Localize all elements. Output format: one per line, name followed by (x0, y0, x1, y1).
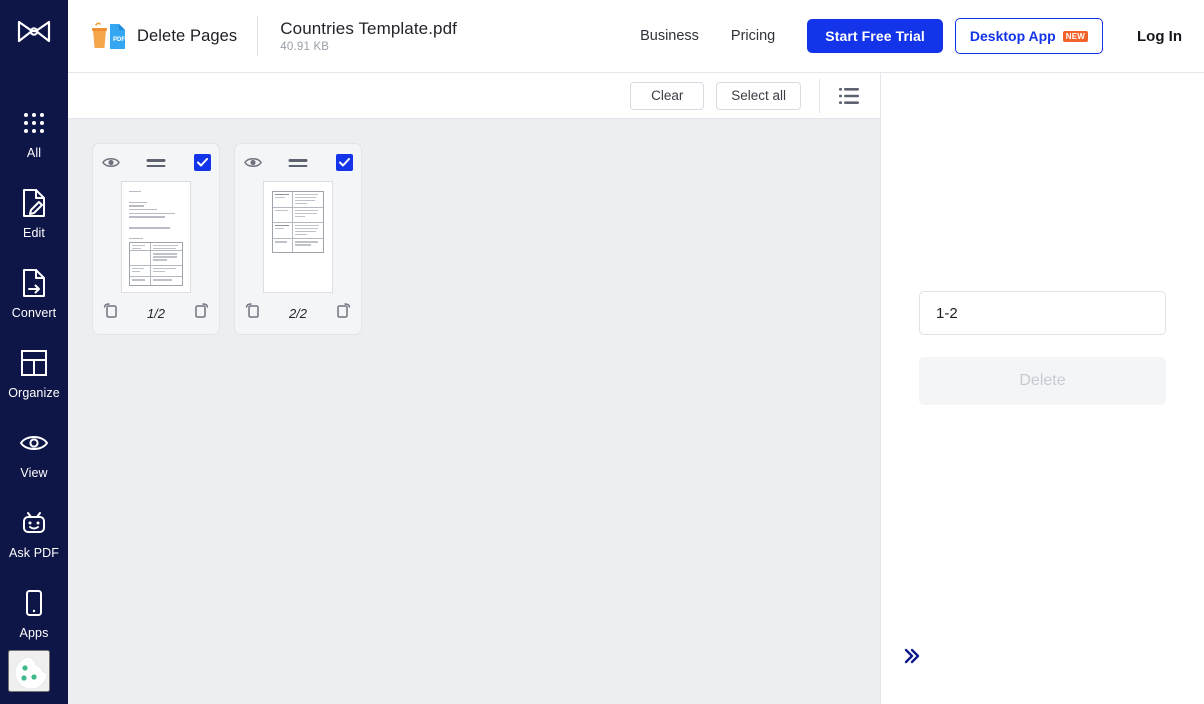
file-info: Countries Template.pdf 40.91 KB (280, 19, 457, 53)
robot-icon (20, 506, 48, 540)
right-panel: Delete (880, 73, 1204, 704)
sidebar-item-all[interactable]: All (0, 106, 68, 186)
select-all-button[interactable]: Select all (716, 81, 801, 110)
tool-title: Delete Pages (137, 26, 238, 45)
delete-button[interactable]: Delete (919, 357, 1166, 405)
sidebar-item-label: Apps (19, 626, 49, 640)
app-root: All Edit Convert Organize View Ask PDF A… (0, 0, 1204, 704)
page-card-footer: 1/2 (93, 293, 219, 334)
nav-link-business[interactable]: Business (624, 28, 715, 44)
sidebar-item-view[interactable]: View (0, 426, 68, 506)
thumbnail-text-lines (129, 191, 183, 245)
logo-button[interactable] (0, 0, 68, 68)
rotate-left-icon[interactable] (103, 301, 119, 323)
file-name: Countries Template.pdf (280, 19, 457, 38)
file-size: 40.91 KB (280, 41, 330, 53)
svg-text:PDF: PDF (113, 37, 125, 43)
page-number: 2/2 (288, 306, 308, 322)
nav-link-pricing[interactable]: Pricing (715, 28, 791, 44)
rotate-right-icon[interactable] (193, 301, 209, 323)
page-card[interactable]: 2/2 (234, 143, 362, 335)
page-checkbox[interactable] (194, 154, 211, 171)
page-card-footer: 2/2 (235, 293, 361, 334)
sidebar-item-ask-pdf[interactable]: Ask PDF (0, 506, 68, 586)
toolbar-divider (819, 78, 820, 113)
mobile-phone-icon (25, 586, 43, 620)
sidebar-item-edit[interactable]: Edit (0, 186, 68, 266)
new-badge: NEW (1062, 30, 1088, 42)
trash-pdf-icon: PDF (88, 21, 128, 51)
drag-handle-icon[interactable] (146, 159, 166, 170)
smallpdf-logo-icon (17, 19, 51, 50)
page-thumbnail (121, 181, 191, 294)
sidebar-item-organize[interactable]: Organize (0, 346, 68, 426)
eye-icon (19, 426, 49, 460)
body-split: Clear Select all 1/2 2/2 1-2 Delete (68, 73, 1204, 704)
sidebar-nav: All Edit Convert Organize View Ask PDF A… (0, 68, 68, 666)
top-header: PDF Delete Pages Countries Template.pdf … (68, 0, 1204, 73)
document-pencil-icon (21, 186, 47, 220)
page-card-toolbar (235, 144, 361, 181)
double-chevron-right-icon[interactable] (899, 643, 925, 672)
desktop-app-button[interactable]: Desktop App NEW (954, 18, 1103, 54)
page-range-input[interactable] (919, 291, 1166, 335)
header-nav: Business Pricing Start Free Trial Deskto… (624, 18, 1182, 54)
start-free-trial-button[interactable]: Start Free Trial (807, 19, 943, 53)
page-card-toolbar (93, 144, 219, 181)
thumbnail-table (272, 191, 324, 254)
thumbnail-table (129, 242, 183, 287)
sidebar-item-label: Organize (8, 386, 60, 400)
sidebar-item-label: Edit (23, 226, 45, 240)
page-card[interactable]: 1/2 (92, 143, 220, 335)
workspace: Clear Select all 1/2 2/2 (68, 73, 880, 704)
clear-button[interactable]: Clear (630, 81, 705, 110)
sidebar-item-label: Ask PDF (8, 546, 59, 560)
grid-dots-icon (22, 106, 46, 140)
cookie-preferences-icon[interactable] (8, 650, 50, 692)
page-number: 1/2 (146, 306, 166, 322)
rotate-right-icon[interactable] (335, 301, 351, 323)
tool-brand: PDF Delete Pages (88, 21, 237, 51)
desktop-app-label: Desktop App (969, 28, 1056, 44)
page-checkbox[interactable] (336, 154, 353, 171)
page-thumbnail (263, 181, 333, 294)
rotate-left-icon[interactable] (245, 301, 261, 323)
main-column: PDF Delete Pages Countries Template.pdf … (68, 0, 1204, 704)
eye-icon[interactable] (244, 156, 262, 174)
drag-handle-icon[interactable] (288, 159, 308, 170)
sidebar-item-convert[interactable]: Convert (0, 266, 68, 346)
list-view-icon[interactable] (836, 83, 862, 109)
header-divider (257, 16, 259, 56)
sidebar: All Edit Convert Organize View Ask PDF A… (0, 0, 68, 704)
sidebar-item-label: All (26, 146, 42, 160)
login-link[interactable]: Log In (1137, 28, 1182, 45)
document-arrow-icon (21, 266, 47, 300)
pages-grid: 1/2 2/2 (68, 119, 880, 704)
page-toolbar: Clear Select all (68, 73, 880, 119)
sidebar-item-label: View (20, 466, 48, 480)
eye-icon[interactable] (102, 156, 120, 174)
layout-grid-icon (20, 346, 48, 380)
sidebar-item-label: Convert (11, 306, 57, 320)
